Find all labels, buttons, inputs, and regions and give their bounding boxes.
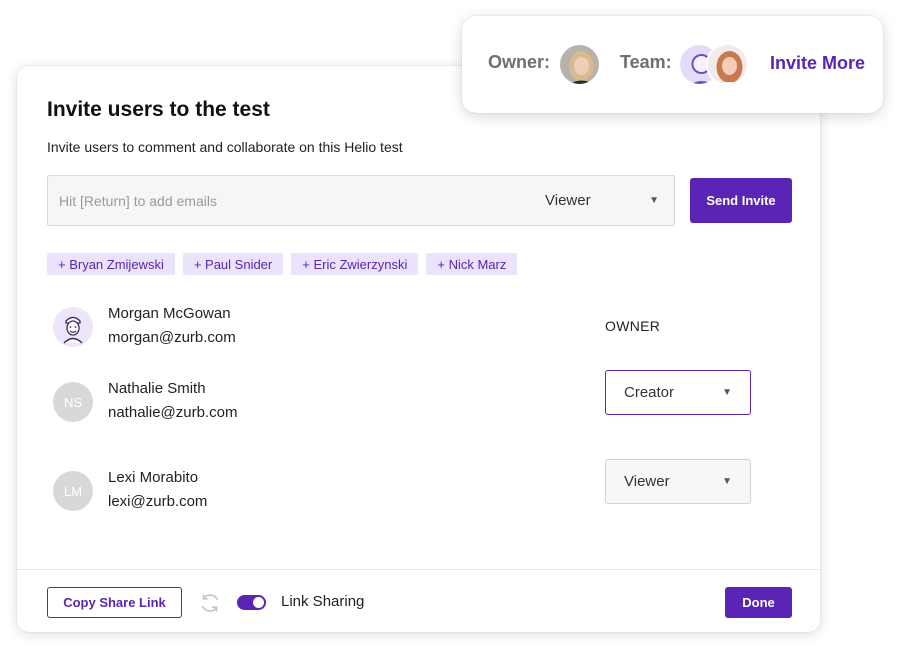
owner-avatar — [558, 43, 601, 86]
suggested-user-chip[interactable]: + Nick Marz — [426, 253, 518, 275]
suggested-users: + Bryan Zmijewski + Paul Snider + Eric Z… — [47, 253, 518, 275]
send-invite-button[interactable]: Send Invite — [690, 178, 792, 223]
copy-share-link-button[interactable]: Copy Share Link — [47, 587, 182, 618]
user-row: LM Lexi Morabito lexi@zurb.com Viewer ▼ — [53, 459, 753, 521]
modal-subtitle: Invite users to comment and collaborate … — [47, 139, 403, 155]
user-role-value: Viewer — [624, 473, 670, 490]
refresh-icon[interactable] — [198, 591, 222, 615]
team-label: Team: — [620, 52, 672, 72]
user-name: Nathalie Smith — [108, 380, 206, 397]
toggle-knob — [253, 597, 264, 608]
invite-email-input[interactable] — [48, 176, 518, 225]
link-sharing-label: Link Sharing — [281, 593, 365, 610]
user-row: NS Nathalie Smith nathalie@zurb.com Crea… — [53, 370, 753, 432]
avatar: NS — [53, 382, 93, 422]
owner-role-label: OWNER — [605, 318, 661, 334]
caret-down-icon: ▼ — [649, 195, 659, 206]
suggested-user-chip[interactable]: + Bryan Zmijewski — [47, 253, 175, 275]
owner-label: Owner: — [488, 52, 551, 72]
invite-email-row: Viewer ▼ — [47, 175, 675, 226]
suggested-user-chip[interactable]: + Paul Snider — [182, 253, 284, 275]
team-avatar — [706, 43, 749, 86]
user-role-select[interactable]: Creator ▼ — [605, 370, 751, 415]
user-role-value: Creator — [624, 384, 675, 401]
footer-divider — [17, 569, 820, 570]
invite-role-select[interactable]: Viewer ▼ — [545, 176, 665, 225]
user-row: Morgan McGowan morgan@zurb.com OWNER — [53, 305, 753, 357]
invite-modal: Invite users to the test Invite users to… — [17, 66, 820, 632]
caret-down-icon: ▼ — [722, 476, 732, 487]
avatar-initials: LM — [63, 483, 83, 499]
invite-role-value: Viewer — [545, 192, 591, 209]
user-email: nathalie@zurb.com — [108, 404, 238, 421]
illustration-avatar-icon — [53, 307, 93, 347]
user-name: Lexi Morabito — [108, 469, 199, 486]
caret-down-icon: ▼ — [722, 387, 732, 398]
link-sharing-toggle[interactable] — [237, 595, 266, 610]
suggested-user-chip[interactable]: + Eric Zwierzynski — [291, 253, 419, 275]
modal-title: Invite users to the test — [47, 98, 270, 121]
done-button[interactable]: Done — [725, 587, 792, 618]
avatar-initials: NS — [63, 394, 83, 410]
invite-more-link[interactable]: Invite More — [770, 53, 865, 74]
user-email: lexi@zurb.com — [108, 493, 208, 510]
user-role-select[interactable]: Viewer ▼ — [605, 459, 751, 504]
avatar: LM — [53, 471, 93, 511]
user-name: Morgan McGowan — [108, 305, 231, 322]
team-card: Owner: Team: Invite More — [462, 16, 883, 113]
user-email: morgan@zurb.com — [108, 329, 236, 346]
